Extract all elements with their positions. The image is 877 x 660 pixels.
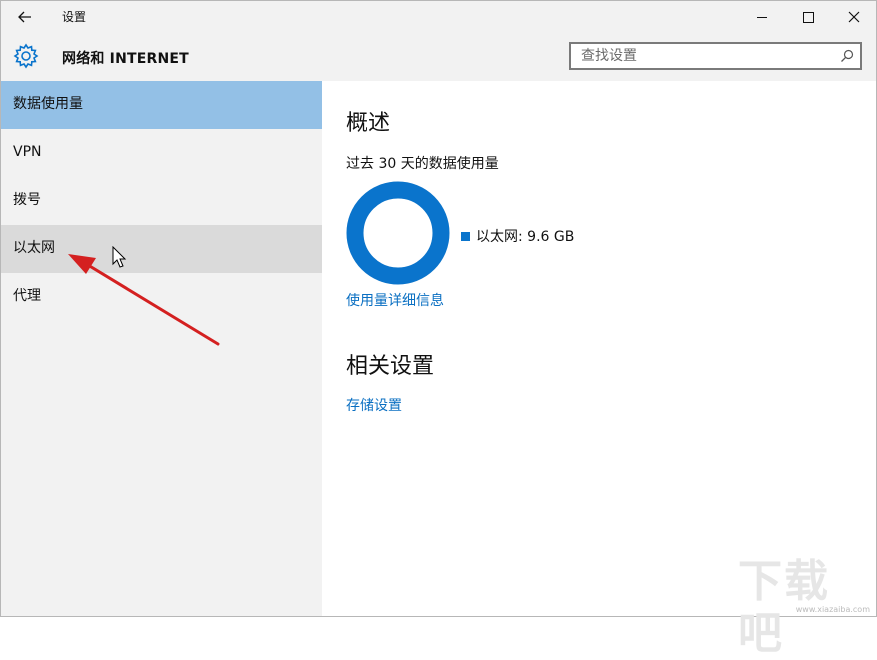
window-title: 设置 (62, 8, 86, 25)
sidebar-item-dial-up[interactable]: 拨号 (1, 177, 322, 225)
settings-window: 设置 网络和 INTERNET 数据使用 (0, 0, 877, 617)
related-settings-heading: 相关设置 (346, 348, 434, 380)
main-content: 概述 过去 30 天的数据使用量 以太网: 9.6 GB 使用量详细信息 相关设… (322, 81, 876, 616)
maximize-button[interactable] (785, 1, 831, 33)
usage-donut-chart (346, 181, 450, 285)
sidebar-item-proxy[interactable]: 代理 (1, 273, 322, 321)
close-button[interactable] (831, 1, 877, 33)
gear-icon (13, 43, 39, 69)
minimize-icon (757, 17, 767, 18)
minimize-button[interactable] (739, 1, 785, 33)
usage-caption: 过去 30 天的数据使用量 (346, 153, 499, 173)
legend-label: 以太网: 9.6 GB (476, 226, 574, 246)
watermark-url: www.xiazaiba.com (796, 605, 870, 614)
donut-ethernet-slice (355, 190, 441, 276)
usage-legend: 以太网: 9.6 GB (461, 226, 574, 246)
search-icon[interactable] (840, 49, 854, 63)
watermark: 下载吧 www.xiazaiba.com (738, 556, 874, 614)
back-button[interactable] (1, 1, 49, 33)
storage-settings-link[interactable]: 存储设置 (346, 395, 402, 415)
sidebar-item-vpn[interactable]: VPN (1, 129, 322, 177)
usage-details-link[interactable]: 使用量详细信息 (346, 290, 444, 310)
back-arrow-icon (18, 11, 32, 23)
legend-swatch (461, 232, 470, 241)
page-title: 网络和 INTERNET (62, 48, 189, 68)
search-box[interactable] (569, 42, 862, 70)
overview-heading: 概述 (346, 105, 390, 137)
sidebar-item-data-usage[interactable]: 数据使用量 (1, 81, 322, 129)
title-bar: 设置 (1, 1, 876, 33)
sidebar-item-ethernet[interactable]: 以太网 (1, 225, 322, 273)
mouse-cursor-icon (112, 246, 128, 270)
sidebar-nav: 数据使用量 VPN 拨号 以太网 代理 (1, 81, 322, 616)
close-icon (848, 11, 860, 23)
search-input[interactable] (571, 44, 836, 68)
maximize-icon (803, 12, 814, 23)
page-header: 网络和 INTERNET (1, 33, 876, 81)
